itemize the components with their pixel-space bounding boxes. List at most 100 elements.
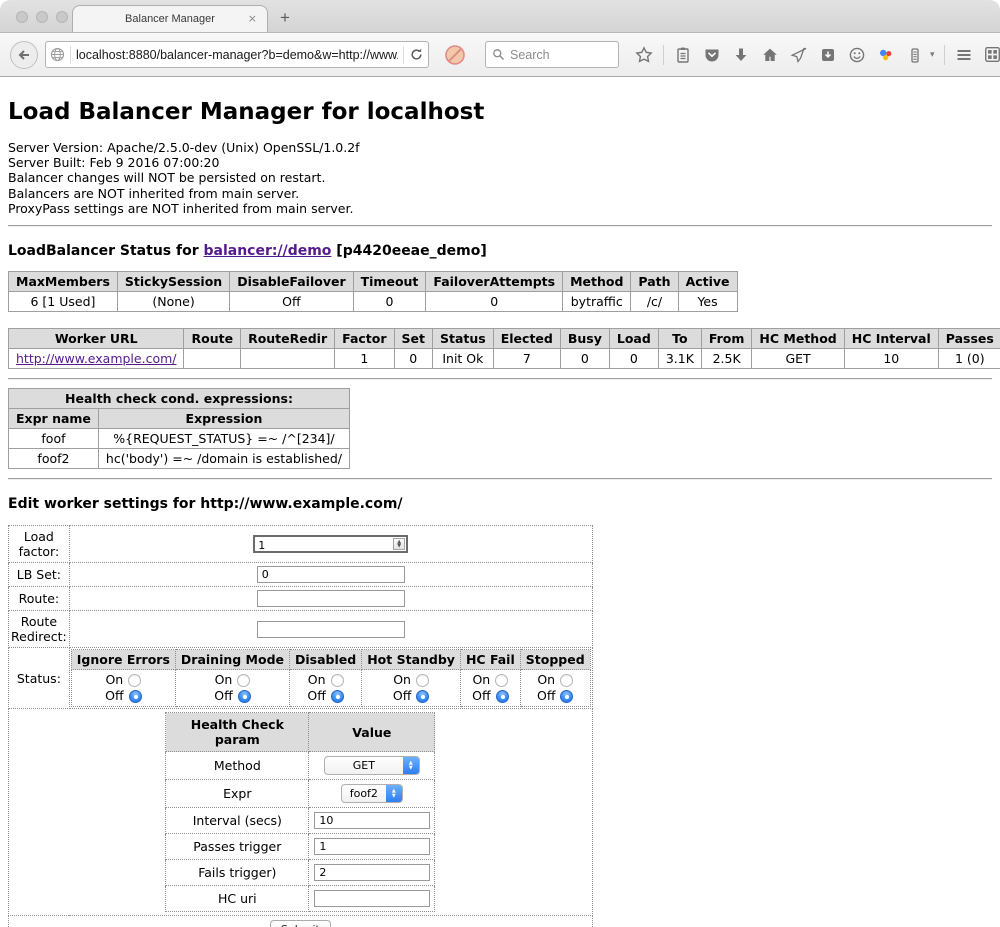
status-row: Status: Ignore Errors Draining Mode Disa… (9, 648, 593, 709)
hc-fail-on-radio[interactable] (495, 674, 508, 687)
col-draining-mode: Draining Mode (175, 650, 289, 670)
hc-params-table: Health Check param Value Method GET ▲▼ (165, 712, 435, 912)
stopped-off-radio[interactable] (560, 690, 573, 703)
url-bar[interactable]: localhost:8880/balancer-manager?b=demo&w… (45, 41, 429, 68)
off-label: Off (393, 688, 411, 704)
off-label: Off (537, 688, 555, 704)
page-content: Load Balancer Manager for localhost Serv… (0, 77, 1000, 927)
ignore-errors-off-radio[interactable] (129, 690, 142, 703)
hc-expr-title: Health check cond. expressions: (9, 389, 350, 409)
disabled-on-radio[interactable] (331, 674, 344, 687)
persist-notice-line: Balancer changes will NOT be persisted o… (8, 170, 992, 185)
hc-expr-select[interactable]: foof2 ▲▼ (341, 784, 403, 803)
col-hc-fail: HC Fail (460, 650, 520, 670)
content-blocked-icon[interactable] (442, 42, 468, 68)
on-label: On (537, 672, 555, 688)
hc-expr-row: Expr foof2 ▲▼ (166, 780, 435, 808)
home-icon[interactable] (760, 45, 780, 65)
browser-window: Balancer Manager × + localhost:8880/bala… (0, 0, 1000, 927)
col-expr-name: Expr name (9, 409, 99, 429)
col-worker-url: Worker URL (9, 329, 184, 349)
stopped-on-radio[interactable] (560, 674, 573, 687)
worker-table: Worker URL Route RouteRedir Factor Set S… (8, 328, 1000, 369)
hc-interval-input[interactable] (314, 812, 430, 829)
bookmark-star-icon[interactable] (634, 45, 654, 65)
page-title: Load Balancer Manager for localhost (8, 99, 992, 125)
dropdown-caret-icon[interactable]: ▾ (930, 50, 935, 60)
cell-hc-interval: 10 (844, 349, 938, 369)
status-radio-row: On Off On Off On Off (71, 670, 590, 707)
clipboard-icon[interactable] (673, 45, 693, 65)
send-plane-icon[interactable] (789, 45, 809, 65)
col-status: Status (433, 329, 494, 349)
load-factor-input[interactable]: 1 ▲▼ (253, 535, 408, 553)
hc-passes-cell (309, 834, 435, 860)
hot-standby-off-radio[interactable] (416, 690, 429, 703)
col-hot-standby: Hot Standby (362, 650, 461, 670)
server-info: Server Version: Apache/2.5.0-dev (Unix) … (8, 140, 992, 216)
server-version-line: Server Version: Apache/2.5.0-dev (Unix) … (8, 140, 992, 155)
hc-fails-row: Fails trigger) (166, 860, 435, 886)
smiley-icon[interactable] (847, 45, 867, 65)
col-disabled: Disabled (290, 650, 362, 670)
col-active: Active (678, 272, 737, 292)
off-label: Off (472, 688, 490, 704)
col-routeredir: RouteRedir (241, 329, 335, 349)
hc-fails-input[interactable] (314, 864, 430, 881)
col-timeout: Timeout (353, 272, 426, 292)
menu-icon[interactable] (954, 45, 974, 65)
color-dots-icon[interactable] (876, 45, 896, 65)
back-button[interactable] (10, 41, 38, 69)
table-row: 6 [1 Used] (None) Off 0 0 bytraffic /c/ … (9, 292, 738, 312)
col-hc-method: HC Method (752, 329, 844, 349)
submit-row: Submit (9, 916, 593, 927)
route-redirect-cell (69, 611, 592, 648)
reload-icon[interactable] (409, 47, 424, 62)
disabled-off-radio[interactable] (331, 690, 344, 703)
lb-set-input[interactable] (257, 566, 405, 583)
hc-expr-cell: foof2 ▲▼ (309, 780, 435, 808)
submit-button[interactable]: Submit (270, 920, 331, 927)
hot-standby-on-radio[interactable] (416, 674, 429, 687)
hc-method-select[interactable]: GET ▲▼ (324, 756, 420, 775)
worker-url-link[interactable]: http://www.example.com/ (16, 351, 176, 366)
hc-uri-label: HC uri (166, 886, 309, 912)
heading-suffix: [p4420eeae_demo] (331, 243, 486, 259)
ignore-errors-cell: On Off (71, 670, 175, 707)
hc-uri-input[interactable] (314, 890, 430, 907)
inherit-notice-line: Balancers are NOT inherited from main se… (8, 186, 992, 201)
hc-passes-input[interactable] (314, 838, 430, 855)
cell-expression: hc('body') =~ /domain is established/ (98, 449, 349, 469)
download-box-icon[interactable] (818, 45, 838, 65)
cell-expr-name: foof2 (9, 449, 99, 469)
download-arrow-icon[interactable] (731, 45, 751, 65)
cell-hc-method: GET (752, 349, 844, 369)
divider (8, 378, 992, 380)
close-window-button[interactable] (16, 11, 28, 23)
hc-fail-off-radio[interactable] (496, 690, 509, 703)
table-header-row: Worker URL Route RouteRedir Factor Set S… (9, 329, 1000, 349)
hc-params-cell: Health Check param Value Method GET ▲▼ (9, 709, 593, 916)
url-text[interactable]: localhost:8880/balancer-manager?b=demo&w… (76, 48, 398, 62)
number-spinner-icon[interactable]: ▲▼ (393, 538, 405, 550)
minimize-window-button[interactable] (36, 11, 48, 23)
draining-mode-off-radio[interactable] (238, 690, 251, 703)
tab-groups-icon[interactable] (983, 45, 1000, 65)
draining-mode-on-radio[interactable] (237, 674, 250, 687)
col-stickysession: StickySession (117, 272, 229, 292)
route-input[interactable] (257, 590, 405, 607)
cell-timeout: 0 (353, 292, 426, 312)
cell-routeredir (241, 349, 335, 369)
ignore-errors-on-radio[interactable] (128, 674, 141, 687)
route-redirect-input[interactable] (257, 621, 405, 638)
cell-active: Yes (678, 292, 737, 312)
battery-icon[interactable] (905, 45, 925, 65)
tab-close-icon[interactable]: × (248, 12, 257, 26)
new-tab-button[interactable]: + (280, 8, 290, 28)
pocket-icon[interactable] (702, 45, 722, 65)
balancer-demo-link[interactable]: balancer://demo (204, 243, 332, 259)
tab-balancer-manager[interactable]: Balancer Manager × (72, 5, 268, 32)
hc-expressions-table: Health check cond. expressions: Expr nam… (8, 388, 350, 469)
zoom-window-button[interactable] (56, 11, 68, 23)
search-bar[interactable]: Search (485, 41, 619, 68)
